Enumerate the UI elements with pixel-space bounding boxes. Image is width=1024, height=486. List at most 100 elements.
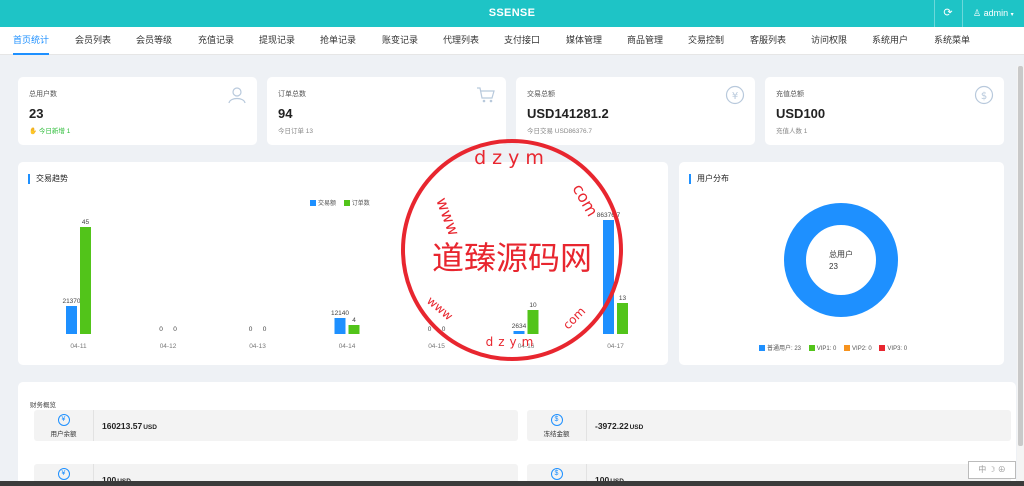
bar-orders[interactable] (527, 310, 539, 334)
yen-icon: ¥ (57, 414, 70, 426)
bar-value-label: 0 (263, 326, 267, 333)
stat-value: USD141281.2 (527, 106, 609, 121)
scrollbar-thumb[interactable] (1018, 66, 1023, 446)
tab-dashboard[interactable]: 首页统计 (13, 27, 50, 55)
stat-label: 订单总数 (278, 91, 306, 98)
legend-item-vip1[interactable]: VIP1: 0 (808, 345, 836, 352)
corner-widget[interactable]: 中 ☽ ⊕ (968, 461, 1016, 479)
bar-value-label: 0 (428, 326, 432, 333)
yen-icon: ¥ (725, 85, 745, 105)
tab-recharge[interactable]: 充值记录 (198, 27, 234, 55)
stat-card-recharge: 充值总额 USD100 充值人数 1 $ (765, 77, 1004, 145)
bar-value-label: 13 (619, 295, 627, 302)
main-nav: 首页统计 会员列表 会员等级 充值记录 提现记录 抢单记录 账变记录 代理列表 … (0, 27, 1024, 55)
legend-item-normal[interactable]: 普通用户: 23 (759, 345, 801, 352)
trend-chart-card: 交易趋势 交易额 订单数 21370 45 04-11 0 0 04-12 0 0 04-13 1… (18, 162, 668, 365)
x-tick-label: 04-15 (428, 343, 445, 350)
finance-value: -3972.22USD (595, 421, 644, 431)
bar-value-label: 10 (529, 302, 537, 309)
stat-label: 充值总额 (776, 91, 804, 98)
x-tick-label: 04-16 (518, 343, 535, 350)
tab-grab-orders[interactable]: 抢单记录 (320, 27, 356, 55)
bar-amount[interactable] (603, 220, 614, 334)
tab-members[interactable]: 会员列表 (75, 27, 111, 55)
stat-value: 94 (278, 106, 293, 121)
x-tick-label: 04-11 (70, 343, 87, 350)
tab-member-levels[interactable]: 会员等级 (136, 27, 172, 55)
dollar-icon: $ (974, 85, 994, 105)
finance-card: 财务概览 ¥ 用户余额 160213.57USD $ 冻结金额 -3972.22US… (18, 382, 1016, 486)
cart-icon (477, 87, 495, 103)
user-distribution-card: 用户分布 总用户 23 普通用户: 23 VIP1: 0 VIP2: 0 VIP3… (679, 162, 1004, 365)
stat-value: USD100 (776, 106, 826, 121)
x-tick-label: 04-17 (607, 343, 624, 350)
tab-products[interactable]: 商品管理 (627, 27, 663, 55)
bar-value-label: 21370 (62, 298, 80, 305)
distribution-legend: 普通用户: 23 VIP1: 0 VIP2: 0 VIP3: 0 (759, 343, 913, 352)
stat-card-users: 总用户数 23 ✋ 今日新增 1 (18, 77, 257, 145)
tab-withdraw[interactable]: 提现记录 (259, 27, 295, 55)
bar-value-label: 0 (173, 326, 177, 333)
finance-title: 财务概览 (30, 402, 56, 409)
legend-item-vip2[interactable]: VIP2: 0 (844, 345, 872, 352)
app-title: SSENSE (488, 7, 536, 19)
bar-value-label: 0 (249, 326, 253, 333)
donut-center-value: 23 (829, 262, 838, 271)
dollar-icon: $ (550, 414, 563, 426)
bar-value-label: 4 (352, 317, 356, 324)
user-menu[interactable]: ♙ admin ▾ (962, 0, 1024, 27)
hand-icon: ✋ (29, 128, 38, 135)
x-tick-label: 04-13 (249, 343, 266, 350)
donut-center-label: 总用户 (829, 249, 853, 259)
stat-sub: 今日交易 USD86376.7 (527, 128, 593, 135)
x-tick-label: 04-14 (339, 343, 356, 350)
bar-amount[interactable] (334, 318, 346, 334)
bottom-bar (0, 481, 1024, 486)
finance-label: 用户余额 (50, 431, 77, 438)
tab-account-changes[interactable]: 账变记录 (382, 27, 418, 55)
bar-amount[interactable] (66, 306, 77, 334)
bar-value-label: 0 (442, 326, 446, 333)
refresh-button[interactable]: ⟳ (934, 0, 961, 27)
tab-payment[interactable]: 支付接口 (504, 27, 540, 55)
stat-sub: ✋ 今日新增 1 (29, 128, 71, 135)
tab-system-menu[interactable]: 系统菜单 (934, 27, 970, 55)
finance-item-frozen: $ 冻结金额 -3972.22USD (527, 410, 1011, 441)
stat-label: 交易总额 (527, 91, 555, 98)
svg-text:¥: ¥ (732, 91, 738, 102)
user-donut-chart: 总用户 23 (784, 203, 898, 317)
bar-value-label: 45 (82, 219, 90, 226)
stat-card-trade: 交易总额 USD141281.2 今日交易 USD86376.7 ¥ (516, 77, 755, 145)
yen-icon: ¥ (57, 468, 70, 480)
stat-value: 23 (29, 106, 44, 121)
bar-value-label: 86376.7 (597, 212, 621, 219)
bar-orders[interactable] (617, 303, 628, 334)
finance-item-balance: ¥ 用户余额 160213.57USD (34, 410, 518, 441)
tab-media[interactable]: 媒体管理 (566, 27, 602, 55)
bar-orders[interactable] (348, 325, 360, 334)
tab-agents[interactable]: 代理列表 (443, 27, 479, 55)
tab-service[interactable]: 客服列表 (750, 27, 786, 55)
bar-value-label: 0 (159, 326, 163, 333)
x-tick-label: 04-12 (160, 343, 177, 350)
tab-system-users[interactable]: 系统用户 (872, 27, 908, 55)
tab-access[interactable]: 访问权限 (811, 27, 847, 55)
finance-label: 冻结金额 (543, 431, 570, 438)
bar-value-label: 2634 (512, 323, 527, 330)
refresh-icon: ⟳ (943, 7, 953, 19)
stat-label: 总用户数 (29, 91, 57, 98)
bar-orders[interactable] (80, 227, 91, 334)
stat-sub: 今日订单 13 (278, 128, 314, 135)
page-scrollbar[interactable] (1017, 66, 1024, 481)
svg-text:$: $ (981, 91, 987, 102)
trend-bar-chart: 21370 45 04-11 0 0 04-12 0 0 04-13 121404 04-14 0 0 0… (62, 212, 628, 350)
donut-slice[interactable] (784, 203, 898, 317)
top-bar: SSENSE ⟳ ♙ admin ▾ (0, 0, 1024, 27)
bar-amount[interactable] (513, 331, 525, 334)
stat-card-orders: 订单总数 94 今日订单 13 (267, 77, 506, 145)
legend-item-vip3[interactable]: VIP3: 0 (879, 345, 907, 352)
user-icon: ♙ (973, 8, 982, 18)
tab-trade-control[interactable]: 交易控制 (688, 27, 724, 55)
dollar-icon: $ (550, 468, 563, 480)
user-name: admin (983, 8, 1009, 18)
